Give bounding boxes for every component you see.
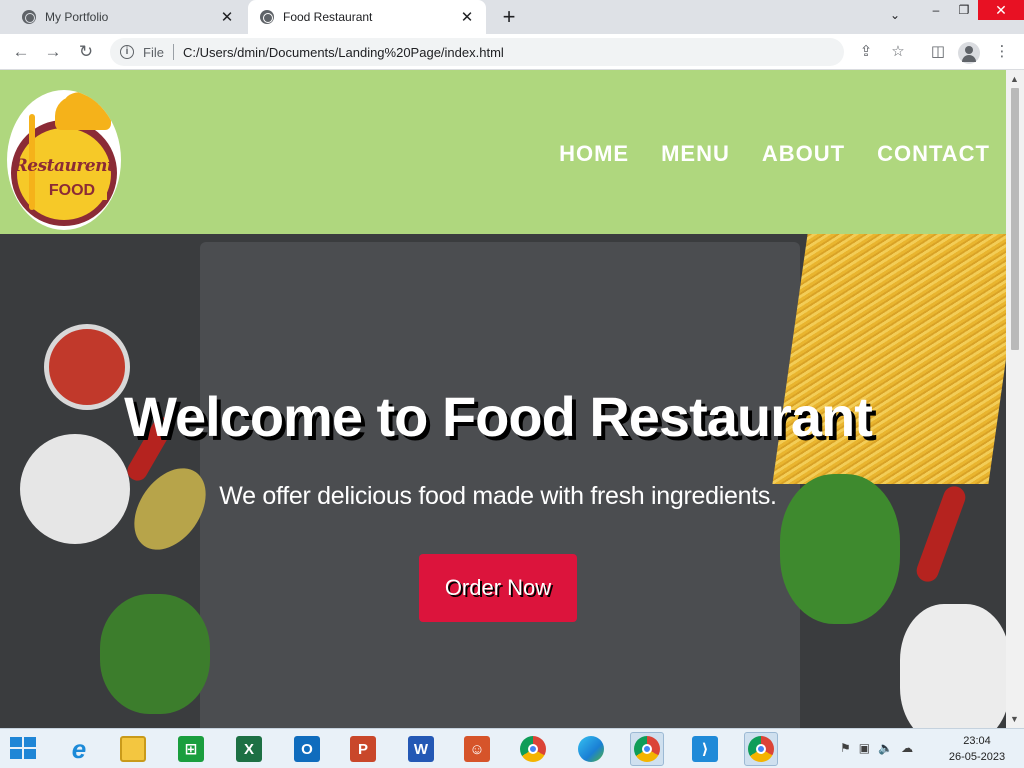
close-window-button[interactable]: ✕ xyxy=(978,0,1024,20)
logo-text-line1: Restaurent xyxy=(13,156,115,176)
scheme-label: File xyxy=(143,44,164,60)
tab-title: My Portfolio xyxy=(45,10,109,24)
hero-title: Welcome to Food Restaurant xyxy=(124,385,873,448)
main-nav: HOME MENU ABOUT CONTACT xyxy=(559,141,990,167)
window-controls: – ❐ ✕ xyxy=(922,0,1024,34)
nav-link-about[interactable]: ABOUT xyxy=(762,141,845,167)
back-arrow-icon[interactable]: ← xyxy=(9,40,33,64)
globe-icon xyxy=(260,10,274,24)
scroll-up-arrow-icon[interactable]: ▲ xyxy=(1010,74,1019,84)
order-now-button[interactable]: Order Now xyxy=(419,554,577,622)
hero-section: Welcome to Food Restaurant We offer deli… xyxy=(0,234,1006,728)
tab-search-chevron-icon[interactable]: ⌄ xyxy=(890,8,900,22)
browser-toolbar: ← → ↻ i File C:/Users/dmin/Documents/Lan… xyxy=(0,34,1024,70)
clock-date: 26-05-2023 xyxy=(948,751,1006,763)
page-scrollbar[interactable]: ▲ ▼ xyxy=(1006,70,1024,728)
reload-icon[interactable]: ↻ xyxy=(74,40,98,64)
share-icon[interactable]: ⇪ xyxy=(854,40,878,64)
chrome-icon[interactable] xyxy=(516,732,550,766)
tab-my-portfolio[interactable]: My Portfolio ✕ xyxy=(8,0,246,34)
new-tab-button[interactable]: + xyxy=(498,4,520,30)
volume-icon[interactable]: 🔈 xyxy=(878,741,893,755)
hero-subtitle: We offer delicious food made with fresh … xyxy=(219,482,777,510)
divider xyxy=(172,44,174,60)
url-text[interactable]: C:/Users/dmin/Documents/Landing%20Page/i… xyxy=(183,45,504,60)
internet-explorer-icon[interactable]: e xyxy=(62,732,96,766)
page-viewport: Restaurent FOOD HOME MENU ABOUT CONTACT … xyxy=(0,70,1024,728)
side-panel-icon[interactable]: ◫ xyxy=(926,40,950,64)
hero-bg-basil xyxy=(100,594,210,714)
hero-bg-plate xyxy=(900,604,1006,728)
action-center-flag-icon[interactable]: ⚑ xyxy=(840,741,851,755)
system-tray: ⚑ ▣ 🔈 ☁ xyxy=(840,741,913,755)
powerpoint-icon[interactable]: P xyxy=(346,732,380,766)
chef-hat-icon-base xyxy=(55,96,111,130)
nav-link-menu[interactable]: MENU xyxy=(661,141,730,167)
info-icon[interactable]: i xyxy=(120,45,134,59)
network-icon[interactable]: ▣ xyxy=(859,741,870,755)
logo-text-line2: FOOD xyxy=(37,182,107,200)
bookmark-star-icon[interactable]: ☆ xyxy=(886,40,910,64)
excel-icon[interactable]: X xyxy=(232,732,266,766)
edge-icon[interactable] xyxy=(574,732,608,766)
tab-food-restaurant[interactable]: Food Restaurant ✕ xyxy=(248,0,486,34)
restaurant-logo[interactable]: Restaurent FOOD xyxy=(7,90,121,230)
windows-taskbar: e ⊞ X O P W ☺ ⟩ ⚑ ▣ 🔈 ☁ 23:04 26-05-2023 xyxy=(0,728,1024,768)
restore-button[interactable]: ❐ xyxy=(950,0,978,20)
nav-link-home[interactable]: HOME xyxy=(559,141,629,167)
system-clock[interactable]: 23:04 26-05-2023 xyxy=(940,733,1014,765)
chrome-active-icon[interactable] xyxy=(744,732,778,766)
scroll-down-arrow-icon[interactable]: ▼ xyxy=(1010,714,1019,724)
people-icon[interactable]: ☺ xyxy=(460,732,494,766)
forward-arrow-icon[interactable]: → xyxy=(41,40,65,64)
globe-icon xyxy=(22,10,36,24)
site-header: Restaurent FOOD HOME MENU ABOUT CONTACT xyxy=(0,70,1006,234)
word-icon[interactable]: W xyxy=(404,732,438,766)
chrome-profile-icon[interactable] xyxy=(630,732,664,766)
browser-tab-strip: My Portfolio ✕ Food Restaurant ✕ + ⌄ – ❐… xyxy=(0,0,1024,34)
store-icon[interactable]: ⊞ xyxy=(174,732,208,766)
tab-title: Food Restaurant xyxy=(283,10,373,24)
scroll-thumb[interactable] xyxy=(1011,88,1019,350)
file-explorer-icon[interactable] xyxy=(116,732,150,766)
windows-start-icon[interactable] xyxy=(10,737,38,761)
address-bar[interactable]: i File C:/Users/dmin/Documents/Landing%2… xyxy=(110,38,844,66)
clock-time: 23:04 xyxy=(963,735,991,747)
onedrive-icon[interactable]: ☁ xyxy=(901,741,913,755)
outlook-icon[interactable]: O xyxy=(290,732,324,766)
minimize-button[interactable]: – xyxy=(922,0,950,20)
vscode-icon[interactable]: ⟩ xyxy=(688,732,722,766)
nav-link-contact[interactable]: CONTACT xyxy=(877,141,990,167)
profile-avatar-icon[interactable] xyxy=(958,42,980,64)
close-tab-icon[interactable]: ✕ xyxy=(458,8,476,26)
close-tab-icon[interactable]: ✕ xyxy=(218,8,236,26)
kebab-menu-icon[interactable]: ⋮ xyxy=(990,40,1014,64)
